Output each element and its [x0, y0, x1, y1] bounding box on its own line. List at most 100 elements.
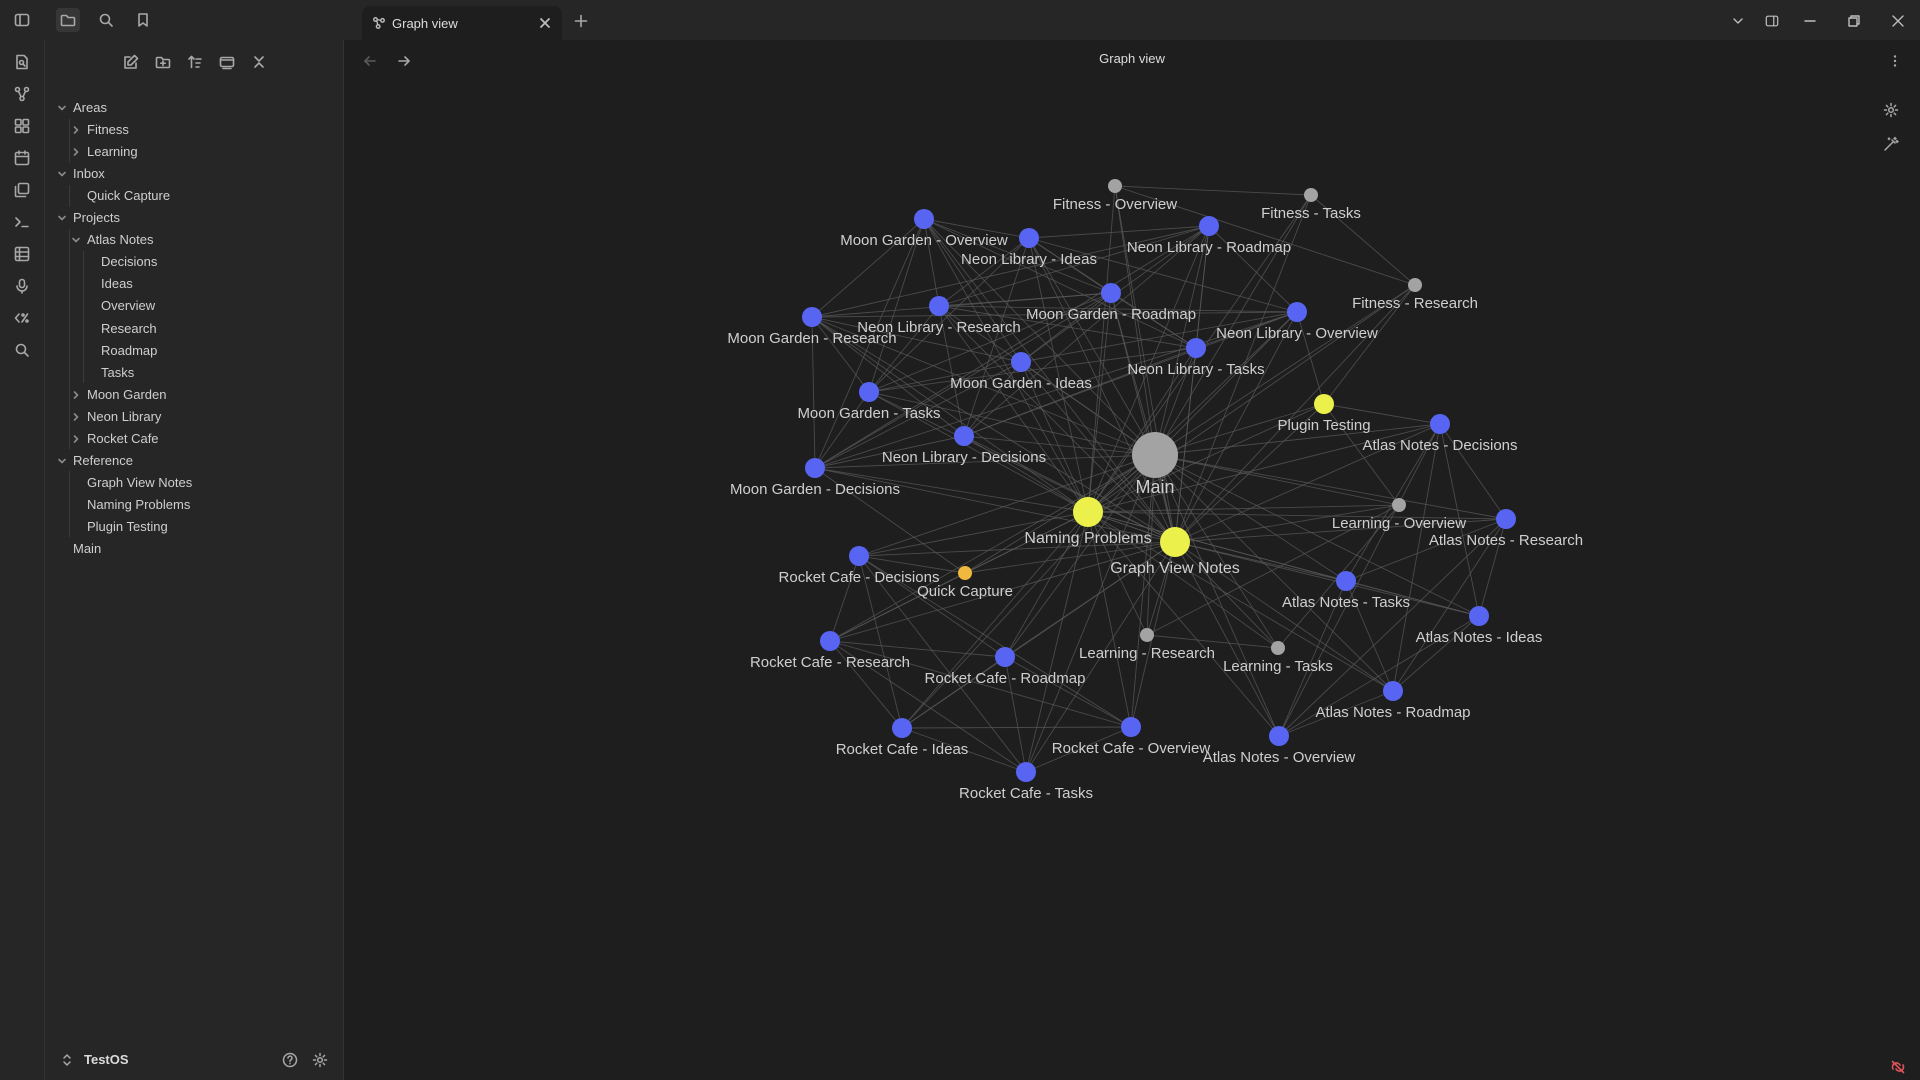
bookmark-icon[interactable] — [131, 8, 155, 32]
graph-node-fitness-overview[interactable]: Fitness - Overview — [1053, 179, 1177, 213]
graph-node-dot[interactable] — [1073, 497, 1103, 527]
graph-node-dot[interactable] — [929, 296, 949, 316]
tree-folder-fitness[interactable]: Fitness — [45, 119, 335, 141]
graph-node-dot[interactable] — [1101, 283, 1121, 303]
graph-node-dot[interactable] — [1121, 717, 1141, 737]
more-options-icon[interactable] — [1884, 50, 1906, 72]
tree-file-roadmap[interactable]: Roadmap — [45, 340, 335, 362]
chevron-down-icon[interactable] — [69, 229, 83, 251]
graph-node-dot[interactable] — [1011, 352, 1031, 372]
tree-folder-neon-library[interactable]: Neon Library — [45, 406, 335, 428]
graph-node-dot[interactable] — [954, 426, 974, 446]
tab-graph-view[interactable]: Graph view — [362, 6, 562, 40]
tree-folder-reference[interactable]: Reference — [45, 450, 335, 472]
graph-node-dot[interactable] — [1271, 641, 1285, 655]
tree-folder-projects[interactable]: Projects — [45, 207, 335, 229]
minimize-icon[interactable] — [1799, 10, 1821, 32]
graph-node-dot[interactable] — [1287, 302, 1307, 322]
tree-folder-rocket-cafe[interactable]: Rocket Cafe — [45, 428, 335, 450]
graph-node-dot[interactable] — [1314, 394, 1334, 414]
graph-node-dot[interactable] — [820, 631, 840, 651]
graph-node-neon-library-tasks[interactable]: Neon Library - Tasks — [1127, 338, 1265, 378]
canvas-icon[interactable] — [11, 115, 33, 137]
chevron-down-icon[interactable] — [55, 163, 69, 185]
graph-settings-gear-icon[interactable] — [1880, 99, 1902, 121]
tab-list-chevron-icon[interactable] — [1727, 10, 1749, 32]
sort-order-icon[interactable] — [183, 50, 207, 74]
chevron-down-icon[interactable] — [55, 450, 69, 472]
close-window-icon[interactable] — [1887, 10, 1909, 32]
graph-node-atlas-notes-tasks[interactable]: Atlas Notes - Tasks — [1282, 571, 1410, 611]
graph-node-dot[interactable] — [1160, 527, 1190, 557]
bases-icon[interactable] — [11, 243, 33, 265]
graph-node-dot[interactable] — [958, 566, 972, 580]
help-icon[interactable] — [279, 1049, 301, 1071]
chevron-right-icon[interactable] — [69, 119, 83, 141]
settings-gear-icon[interactable] — [309, 1049, 331, 1071]
graph-node-dot[interactable] — [1392, 498, 1406, 512]
search-vault-icon[interactable] — [11, 339, 33, 361]
graph-node-rocket-cafe-tasks[interactable]: Rocket Cafe - Tasks — [959, 762, 1093, 802]
graph-node-dot[interactable] — [1383, 681, 1403, 701]
graph-node-rocket-cafe-decisions[interactable]: Rocket Cafe - Decisions — [779, 546, 940, 586]
tree-file-ideas[interactable]: Ideas — [45, 273, 335, 295]
graph-node-atlas-notes-overview[interactable]: Atlas Notes - Overview — [1203, 726, 1356, 766]
graph-node-dot[interactable] — [1186, 338, 1206, 358]
new-tab-icon[interactable] — [570, 10, 592, 32]
tree-file-naming-problems[interactable]: Naming Problems — [45, 494, 335, 516]
tree-folder-moon-garden[interactable]: Moon Garden — [45, 384, 335, 406]
graph-node-moon-garden-roadmap[interactable]: Moon Garden - Roadmap — [1026, 283, 1196, 323]
graph-node-rocket-cafe-research[interactable]: Rocket Cafe - Research — [750, 631, 910, 671]
tree-folder-atlas-notes[interactable]: Atlas Notes — [45, 229, 335, 251]
tree-file-main[interactable]: Main — [45, 538, 335, 560]
graph-node-dot[interactable] — [1469, 606, 1489, 626]
chevron-right-icon[interactable] — [69, 428, 83, 450]
new-folder-icon[interactable] — [151, 50, 175, 74]
vault-name[interactable]: TestOS — [84, 1052, 129, 1067]
tree-file-plugin-testing[interactable]: Plugin Testing — [45, 516, 335, 538]
graph-node-dot[interactable] — [892, 718, 912, 738]
tree-file-quick-capture[interactable]: Quick Capture — [45, 185, 335, 207]
graph-node-dot[interactable] — [1019, 228, 1039, 248]
chevron-right-icon[interactable] — [69, 141, 83, 163]
templates-icon[interactable] — [11, 179, 33, 201]
graph-node-rocket-cafe-overview[interactable]: Rocket Cafe - Overview — [1052, 717, 1211, 757]
animate-wand-icon[interactable] — [1880, 133, 1902, 155]
graph-node-dot[interactable] — [1496, 509, 1516, 529]
markdown-percent-icon[interactable] — [11, 307, 33, 329]
tree-file-overview[interactable]: Overview — [45, 295, 335, 317]
graph-canvas[interactable]: Main Naming Problems Graph View Notes Plugi… — [344, 40, 1920, 1080]
microphone-icon[interactable] — [11, 275, 33, 297]
graph-node-main[interactable]: Main — [1132, 432, 1178, 497]
graph-node-dot[interactable] — [849, 546, 869, 566]
sync-status-icon[interactable] — [1888, 1058, 1908, 1076]
graph-node-moon-garden-overview[interactable]: Moon Garden - Overview — [840, 209, 1008, 249]
tree-file-research[interactable]: Research — [45, 318, 335, 340]
collapse-all-icon[interactable] — [247, 50, 271, 74]
graph-node-dot[interactable] — [805, 458, 825, 478]
graph-node-rocket-cafe-roadmap[interactable]: Rocket Cafe - Roadmap — [925, 647, 1086, 687]
graph-node-dot[interactable] — [1408, 278, 1422, 292]
new-note-icon[interactable] — [119, 50, 143, 74]
tree-file-tasks[interactable]: Tasks — [45, 362, 335, 384]
search-icon[interactable] — [94, 8, 118, 32]
graph-node-dot[interactable] — [1108, 179, 1122, 193]
graph-node-dot[interactable] — [1199, 216, 1219, 236]
chevron-down-icon[interactable] — [55, 97, 69, 119]
graph-node-neon-library-decisions[interactable]: Neon Library - Decisions — [882, 426, 1046, 466]
vault-switcher-icon[interactable] — [59, 1050, 75, 1070]
graph-node-moon-garden-tasks[interactable]: Moon Garden - Tasks — [797, 382, 941, 422]
chevron-right-icon[interactable] — [69, 384, 83, 406]
graph-node-dot[interactable] — [995, 647, 1015, 667]
toggle-right-sidebar-icon[interactable] — [1761, 10, 1783, 32]
tree-folder-areas[interactable]: Areas — [45, 97, 335, 119]
graph-node-dot[interactable] — [802, 307, 822, 327]
graph-node-dot[interactable] — [1269, 726, 1289, 746]
chevron-down-icon[interactable] — [55, 207, 69, 229]
graph-node-dot[interactable] — [914, 209, 934, 229]
file-explorer-icon[interactable] — [56, 8, 80, 32]
graph-node-dot[interactable] — [1140, 628, 1154, 642]
auto-reveal-icon[interactable] — [215, 50, 239, 74]
graph-node-dot[interactable] — [859, 382, 879, 402]
command-palette-icon[interactable] — [11, 211, 33, 233]
